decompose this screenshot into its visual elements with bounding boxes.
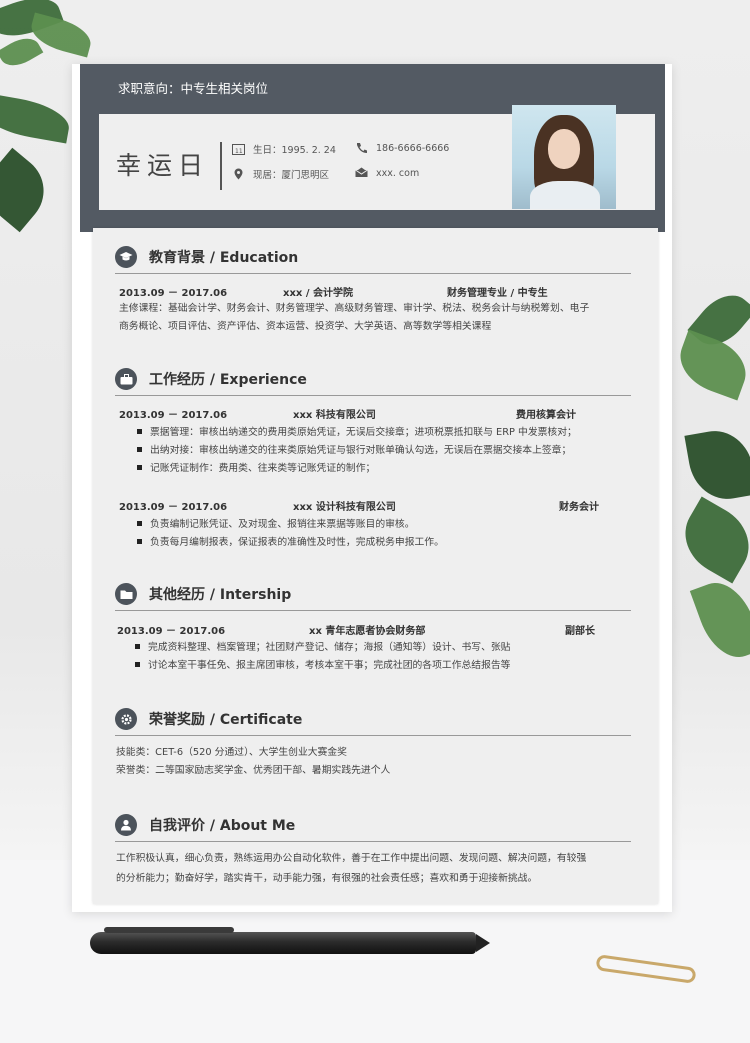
job1-role: 费用核算会计 (516, 410, 576, 421)
calendar-icon: 11 (232, 143, 245, 155)
other-date: 2013.09 － 2017.06 (117, 626, 226, 637)
pen (90, 932, 476, 954)
gear-icon (115, 708, 137, 730)
education-heading: 教育背景 / Education (115, 246, 298, 268)
email-info: xxx. com (355, 167, 419, 179)
job2-role: 财务会计 (559, 502, 599, 513)
address-info: 现居：厦门思明区 (232, 167, 329, 181)
candidate-name: 幸运日 (116, 151, 210, 180)
resume-paper: 求职意向：中专生相关岗位 幸运日 11 生日：1995. 2. 24 186-6… (72, 64, 672, 912)
education-title: 教育背景 / Education (149, 250, 299, 266)
pen-tip (476, 934, 490, 952)
job1-item: 票据管理：审核出纳递交的费用类原始凭证，无误后交接章；进项税票抵扣联与 ERP … (137, 424, 577, 438)
other-item: 完成资料整理、档案管理；社团财产登记、储存；海报（通知等）设计、书写、张贴 (135, 639, 510, 653)
experience-heading: 工作经历 / Experience (115, 368, 307, 390)
certificate-rule (115, 735, 631, 736)
job2-date: 2013.09 － 2017.06 (119, 502, 228, 513)
about-heading: 自我评价 / About Me (115, 814, 295, 836)
experience-rule (115, 395, 631, 396)
job1-company: xxx 科技有限公司 (293, 410, 376, 421)
profile-photo (512, 105, 616, 209)
birth-text: 生日：1995. 2. 24 (253, 145, 336, 156)
briefcase-icon (115, 368, 137, 390)
certificate-title: 荣誉奖励 / Certificate (149, 712, 303, 728)
job1-item: 记账凭证制作：费用类、往来类等记账凭证的制作； (137, 460, 375, 474)
person-icon (115, 814, 137, 836)
job1-date: 2013.09 － 2017.06 (119, 410, 228, 421)
education-school: xxx / 会计学院 (283, 288, 353, 299)
certificate-heading: 荣誉奖励 / Certificate (115, 708, 302, 730)
pen-clip (104, 927, 234, 933)
other-title: 其他经历 / Intership (149, 587, 292, 603)
certificate-line-2: 荣誉类：二等国家励志奖学金、优秀团干部、暑期实践先进个人 (116, 765, 391, 776)
education-courses-2: 商务概论、项目评估、资产评估、资本运营、投资学、大学英语、高等数学等相关课程 (119, 321, 492, 332)
phone-text: 186-6666-6666 (376, 142, 450, 154)
job2-item: 负责每月编制报表，保证报表的准确性及时性，完成税务申报工作。 (137, 534, 444, 548)
name-divider (220, 142, 222, 190)
other-role: 副部长 (565, 626, 595, 637)
svg-text:11: 11 (235, 148, 243, 155)
about-rule (115, 841, 631, 842)
mail-icon (355, 167, 368, 179)
other-rule (115, 610, 631, 611)
job2-item: 负责编制记账凭证、及对现金、报销往来票据等账目的审核。 (137, 516, 415, 530)
job1-item: 出纳对接：审核出纳递交的往来类原始凭证与银行对账单确认勾选，无误后在票据交接本上… (137, 442, 571, 456)
job-intent: 求职意向：中专生相关岗位 (118, 81, 269, 96)
other-item: 讨论本室干事任免、报主席团审核，考核本室干事；完成社团的各项工作总结报告等 (135, 657, 510, 671)
phone-info: 186-6666-6666 (355, 142, 449, 154)
about-line-2: 的分析能力；勤奋好学，踏实肯干，动手能力强，有很强的社会责任感；喜欢和勇于迎接新… (116, 873, 538, 884)
plant-right (671, 280, 750, 700)
education-rule (115, 273, 631, 274)
education-date: 2013.09 － 2017.06 (119, 288, 228, 299)
experience-title: 工作经历 / Experience (149, 372, 307, 388)
graduation-cap-icon (115, 246, 137, 268)
job2-company: xxx 设计科技有限公司 (293, 502, 396, 513)
education-major: 财务管理专业 / 中专生 (447, 288, 548, 299)
location-icon (232, 168, 245, 180)
certificate-line-1: 技能类：CET-6（520 分通过）、大学生创业大赛金奖 (116, 747, 347, 758)
other-org: xx 青年志愿者协会财务部 (309, 626, 426, 637)
phone-icon (355, 142, 368, 154)
address-text: 现居：厦门思明区 (253, 170, 330, 181)
about-title: 自我评价 / About Me (149, 818, 296, 834)
folder-icon (115, 583, 137, 605)
birth-info: 11 生日：1995. 2. 24 (232, 142, 336, 156)
about-line-1: 工作积极认真，细心负责，熟练运用办公自动化软件，善于在工作中提出问题、发现问题、… (116, 853, 587, 864)
content-panel: 教育背景 / Education 2013.09 － 2017.06 xxx /… (93, 228, 658, 904)
other-heading: 其他经历 / Intership (115, 583, 291, 605)
email-text: xxx. com (376, 167, 420, 179)
education-courses-1: 主修课程：基础会计学、财务会计、财务管理学、高级财务管理、审计学、税法、税务会计… (119, 303, 590, 314)
